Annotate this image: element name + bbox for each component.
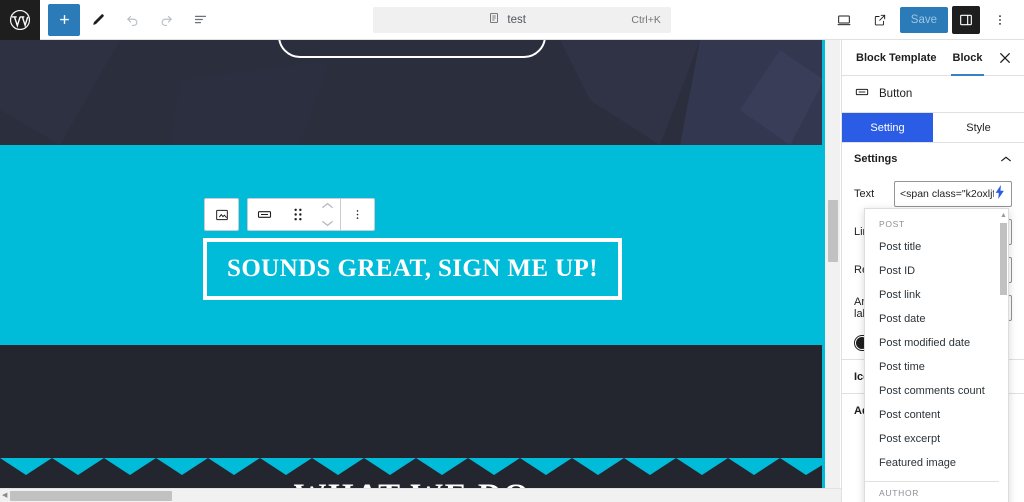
vertical-scrollbar-thumb[interactable] [828, 200, 838, 262]
tab-block-template[interactable]: Block Template [848, 40, 945, 76]
wordpress-logo-icon[interactable] [0, 0, 40, 40]
dropdown-item[interactable]: Post content [865, 403, 1008, 427]
cta-section: SOUNDS GREAT, SIGN ME UP! [0, 145, 824, 345]
edit-tool-button[interactable] [82, 4, 114, 36]
dropdown-divider [865, 481, 1008, 482]
block-controls-group [247, 198, 375, 231]
dropdown-item[interactable]: Post excerpt [865, 427, 1008, 451]
settings-section-title: Settings [854, 153, 898, 165]
cta-button-label: SOUNDS GREAT, SIGN ME UP! [227, 255, 598, 282]
button-block-icon [854, 84, 870, 105]
dropdown-item[interactable]: Post link [865, 283, 1008, 307]
block-toolbar [204, 198, 375, 231]
chevron-down-icon[interactable] [321, 215, 334, 233]
list-view-button[interactable] [184, 4, 216, 36]
dropdown-item[interactable]: Post ID [865, 259, 1008, 283]
dynamic-data-dropdown[interactable]: POST Post title Post ID Post link Post d… [864, 208, 1009, 502]
settings-section-header[interactable]: Settings [842, 143, 1024, 175]
select-parent-block-icon[interactable] [205, 199, 238, 230]
what-we-do-section: WHAT WE DO [0, 345, 824, 488]
command-bar-center: test [383, 12, 632, 27]
cta-button-block[interactable]: SOUNDS GREAT, SIGN ME UP! [203, 238, 622, 300]
settings-style-tabs: Setting Style [842, 113, 1024, 143]
chevron-up-icon[interactable] [1000, 150, 1012, 168]
undo-button[interactable] [116, 4, 148, 36]
zigzag-divider-icon [0, 458, 824, 475]
dropdown-list: POST Post title Post ID Post link Post d… [865, 209, 1008, 502]
text-input[interactable]: <span class="k2oxljf [894, 181, 1012, 207]
editor-top-bar: test Ctrl+K Save [0, 0, 1024, 40]
site-preview: SOUNDS GREAT, SIGN ME UP! WHAT WE DO [0, 40, 824, 488]
dropdown-item[interactable]: Post modified date [865, 331, 1008, 355]
drag-handle-icon[interactable] [281, 199, 314, 230]
dropdown-item[interactable]: Post comments count [865, 379, 1008, 403]
add-block-button[interactable] [48, 3, 80, 36]
command-bar[interactable]: test Ctrl+K [372, 6, 671, 33]
horizontal-scrollbar-thumb[interactable] [10, 491, 172, 501]
top-bar-actions: Save [828, 4, 1024, 36]
document-icon [488, 12, 500, 27]
selected-block-row: Button [842, 76, 1024, 113]
scroll-left-arrow-icon[interactable]: ◀ [2, 492, 7, 499]
dropdown-item[interactable]: Post time [865, 355, 1008, 379]
section-heading: WHAT WE DO [0, 478, 824, 488]
document-title: test [507, 13, 526, 26]
dropdown-scrollbar-thumb[interactable] [1000, 223, 1007, 295]
dropdown-group-author: AUTHOR [879, 488, 920, 498]
hero-section [0, 40, 824, 145]
tab-setting[interactable]: Setting [842, 113, 933, 142]
selected-block-name: Button [879, 88, 913, 100]
three-dots-vertical-icon[interactable] [984, 4, 1016, 36]
sidebar-panel-icon[interactable] [952, 5, 980, 34]
lightning-bolt-icon[interactable] [994, 184, 1006, 204]
hero-button-partial[interactable] [278, 40, 546, 58]
command-bar-shortcut: Ctrl+K [631, 13, 661, 26]
button-block-icon[interactable] [248, 199, 281, 230]
wordpress-block-editor: test Ctrl+K Save SOUNDS GREAT, SIGN ME U… [0, 0, 1024, 502]
select-parent-group [204, 198, 239, 231]
canvas-vertical-scrollbar[interactable] [822, 40, 840, 488]
scroll-up-arrow-icon[interactable]: ▲ [1000, 212, 1007, 219]
text-input-value: <span class="k2oxljf [900, 188, 994, 200]
dropdown-item[interactable]: Post title [865, 235, 1008, 259]
text-field-label: Text [854, 188, 875, 200]
editor-canvas[interactable]: SOUNDS GREAT, SIGN ME UP! WHAT WE DO [0, 40, 824, 488]
dropdown-group-post: POST [879, 219, 905, 229]
canvas-edge-highlight [822, 40, 825, 488]
dropdown-item[interactable]: Featured image [865, 451, 1008, 475]
external-link-icon[interactable] [864, 4, 896, 36]
command-bar-wrapper: test Ctrl+K [216, 6, 828, 33]
chevron-up-icon[interactable] [321, 197, 334, 215]
tab-block[interactable]: Block [945, 40, 991, 76]
block-movers [314, 197, 340, 233]
close-icon[interactable] [992, 45, 1018, 71]
tab-style[interactable]: Style [933, 113, 1024, 142]
top-bar-tools [40, 3, 216, 36]
dropdown-scrollbar[interactable]: ▲ [999, 209, 1008, 502]
dropdown-item[interactable]: Post date [865, 307, 1008, 331]
save-button[interactable]: Save [899, 6, 948, 33]
three-dots-vertical-icon[interactable] [341, 199, 374, 230]
desktop-preview-icon[interactable] [828, 4, 860, 36]
redo-button[interactable] [150, 4, 182, 36]
sidebar-tabs: Block Template Block [842, 40, 1024, 76]
